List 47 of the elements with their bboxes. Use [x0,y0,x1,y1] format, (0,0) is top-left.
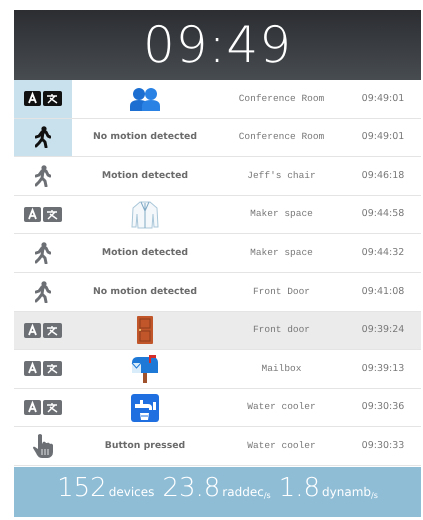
timestamp: 09:41:08 [362,284,404,299]
walking-person-icon [35,280,51,303]
location-text: Front door [252,323,310,338]
location-text: Front Door [252,284,310,299]
timestamp: 09:46:18 [362,168,404,183]
location-text: Maker space [250,207,313,222]
location-text: Conference Room [238,130,324,144]
walking-person-icon [35,164,51,187]
location-text: Maker space [250,246,313,260]
water-tap-icon [131,394,159,422]
translate-icon [24,400,62,416]
stat-value: 1.8 [278,472,320,503]
people-icon [130,86,160,111]
stat-value: 152 [57,472,107,503]
walking-person-icon [35,242,51,264]
coat-icon [131,200,159,229]
location-text: Water cooler [247,400,316,414]
timestamp: 09:39:13 [362,362,404,376]
translate-icon [24,361,62,376]
stat-unit: raddec$_{/s}$ [222,484,271,499]
timestamp: 09:44:58 [362,207,404,222]
stat-unit: dynamb$_{/s}$ [322,484,378,499]
timestamp: 09:49:01 [362,92,404,106]
stat-value: 23.8 [162,472,220,503]
clock: 09:49 [142,20,292,70]
event-label: No motion detected [93,284,197,299]
stat-unit: devices [108,484,154,499]
event-label: Motion detected [102,246,188,260]
translate-icon [24,91,62,106]
translate-icon [24,207,62,222]
pointing-hand-icon [32,433,54,460]
event-label: Motion detected [102,169,188,183]
event-label: No motion detected [93,130,197,144]
location-text: Mailbox [262,362,302,376]
location-text: Water cooler [247,439,316,454]
mailbox-icon [130,354,160,383]
timestamp: 09:39:24 [362,323,404,338]
walking-person-icon [35,126,51,148]
location-text: Jeff's chair [247,168,316,183]
timestamp: 09:30:33 [362,439,404,454]
timestamp: 09:44:32 [362,246,404,260]
timestamp: 09:30:36 [362,400,404,414]
event-label: Button pressed [104,439,186,454]
translate-icon [24,322,62,338]
timestamp: 09:49:01 [362,130,404,144]
location-text: Conference Room [238,92,324,106]
door-icon [137,316,153,344]
